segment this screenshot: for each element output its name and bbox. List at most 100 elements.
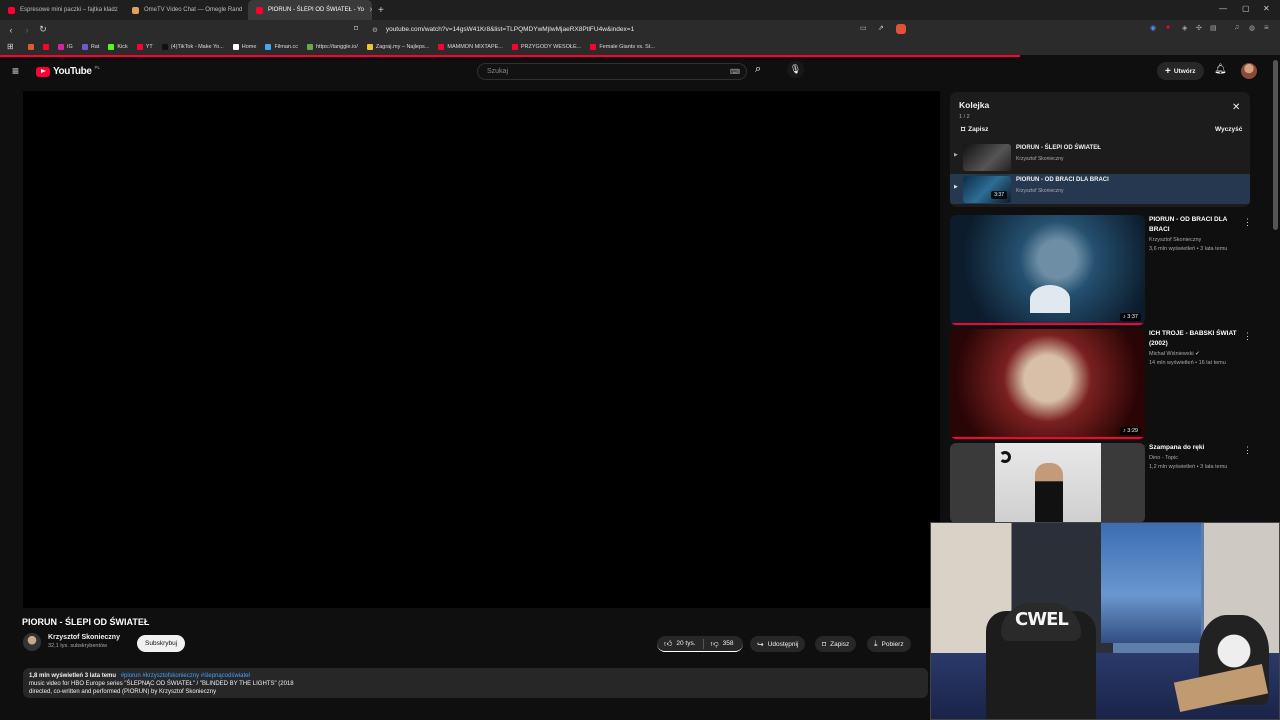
video-player[interactable] [23, 91, 940, 608]
bookmark-icon: ⌑ [961, 125, 966, 134]
duration-badge: ♪ 3:37 [1120, 313, 1141, 321]
url-field[interactable]: ⚙ youtube.com/watch?v=14gsW41Kr8&list=TL… [372, 22, 912, 37]
recommendation-item[interactable]: ♪ 3:37 PIORUN - OD BRACI DLA BRACI Krzys… [950, 215, 1260, 327]
video-thumbnail[interactable] [950, 443, 1145, 523]
avatar[interactable] [1241, 63, 1257, 79]
bookmark-item[interactable]: MAMMON MIXTAPE... [438, 44, 503, 50]
channel-name[interactable]: Krzysztof Skonieczny [48, 634, 120, 641]
more-options-icon[interactable]: ⋮ [1243, 217, 1252, 228]
bookmark-icon: ⌑ [822, 639, 827, 649]
like-count[interactable]: 20 tys. [676, 640, 695, 647]
bookmark-favicon-icon [136, 44, 143, 50]
record-icon[interactable]: ● [1166, 24, 1170, 31]
like-dislike-group: 👍︎ 20 tys. 👎︎ 358 [657, 636, 743, 652]
bookmark-item[interactable]: Kick [108, 44, 128, 50]
bookmark-item[interactable]: Rat [81, 44, 99, 50]
bookmark-page-icon[interactable]: ⌑ [354, 24, 358, 33]
microphone-icon[interactable]: 🎙 [787, 61, 804, 78]
close-icon[interactable]: ✕ [1232, 102, 1240, 113]
queue-item-channel: Krzysztof Skonieczny [1016, 156, 1064, 162]
search-input[interactable]: Szukaj ⌨ [477, 63, 747, 80]
video-meta: PIORUN - OD BRACI DLA BRACI Krzysztof Sk… [1149, 215, 1239, 254]
forward-icon[interactable]: › [19, 25, 35, 35]
more-options-icon[interactable]: ⋮ [1243, 331, 1252, 342]
save-label: Zapisz [830, 640, 850, 648]
bookmark-item[interactable]: Female Giants vs. St... [590, 44, 655, 50]
queue-item[interactable]: ▶ PIORUN - ŚLEPI OD ŚWIATEŁ Krzysztof Sk… [950, 142, 1250, 172]
video-meta: ICH TROJE - BABSKI ŚWIAT (2002) Michał W… [1149, 329, 1239, 368]
description-box[interactable]: 1,8 mln wyświetleń 3 lata temu #piorun #… [23, 668, 928, 698]
back-icon[interactable]: ‹ [3, 25, 19, 35]
more-options-icon[interactable]: ⋮ [1243, 445, 1252, 456]
queue-item-current[interactable]: ▶ 3:37 PIORUN - OD BRACI DLA BRACI Krzys… [950, 174, 1250, 204]
play-indicator-icon: ▶ [954, 152, 958, 158]
dislike-count[interactable]: 358 [723, 640, 734, 647]
channel-info: Krzysztof Skonieczny 32,1 tys. subskrybe… [48, 634, 120, 649]
thumbs-down-icon[interactable]: 👎︎ [711, 639, 719, 649]
video-thumbnail[interactable]: ♪ 3:37 [950, 215, 1145, 325]
sidebar-icon[interactable]: ▤ [1210, 24, 1217, 32]
browser-tab[interactable]: OmeTV Video Chat — Omegle Rand [124, 0, 248, 20]
queue-save-button[interactable]: ⌑ Zapisz [961, 125, 988, 134]
bookmark-item[interactable]: YT [136, 44, 153, 50]
subscribe-button[interactable]: Subskrybuj [137, 635, 186, 652]
bookmark-item[interactable]: Zagraj.my – Najleps... [366, 44, 430, 50]
bookmark-item[interactable]: IG [58, 44, 73, 50]
queue-thumbnail: 3:37 [963, 176, 1011, 203]
download-button[interactable]: ⤓ Pobierz [867, 636, 911, 652]
create-button[interactable]: + Utwórz [1157, 62, 1204, 80]
recommendation-item[interactable]: Szampana do ręki Dino - Topic 1,2 mln wy… [950, 443, 1260, 523]
puzzle-icon[interactable]: ✣ [1196, 24, 1202, 32]
maximize-icon[interactable]: ▢ [1242, 4, 1250, 13]
bookmark-item[interactable]: Home [232, 44, 256, 50]
site-info-icon[interactable]: ⚙ [372, 26, 378, 34]
bookmark-item[interactable]: Filman.cc [265, 44, 298, 50]
bookmark-label: Zagraj.my – Najleps... [375, 44, 430, 50]
clear-queue-button[interactable]: Wyczyść [1215, 126, 1242, 133]
bookmark-favicon-icon [28, 44, 34, 50]
new-tab-button[interactable]: + [378, 5, 384, 16]
youtube-logo[interactable]: YouTube PL [36, 65, 101, 77]
reload-icon[interactable]: ↻ [35, 24, 51, 35]
bookmark-favicon-icon [58, 44, 64, 50]
youtube-header: ≡ YouTube PL Szukaj ⌨ ⌕ 🎙 + Utwórz 🔔︎ [0, 57, 1280, 87]
browser-tab-active[interactable]: PIORUN - ŚLEPI OD ŚWIATEŁ - Yo ✕ [248, 0, 372, 20]
extension-icon[interactable]: ◉ [1150, 24, 1156, 32]
share-button[interactable]: ↪ Udostępnij [750, 636, 806, 652]
region-code: PL [94, 65, 101, 70]
keyboard-icon[interactable]: ⌨ [730, 68, 740, 76]
bookmark-item[interactable] [28, 44, 34, 50]
bookmark-item[interactable]: PRZYGODY WESOŁE... [511, 44, 581, 50]
page-scrollbar[interactable] [1273, 60, 1278, 230]
bookmark-favicon-icon [161, 44, 168, 50]
menu-icon[interactable]: ≡ [1264, 23, 1269, 32]
bookmark-item[interactable] [43, 44, 49, 50]
vpn-icon[interactable]: ◍ [1249, 24, 1255, 32]
save-button[interactable]: ⌑ Zapisz [815, 636, 857, 652]
verified-icon: ✔ [1195, 351, 1200, 357]
video-thumbnail[interactable]: ♪ 3:29 [950, 329, 1145, 439]
brave-shield-icon[interactable] [896, 24, 906, 34]
notifications-bell-icon[interactable]: 🔔︎ [1214, 64, 1227, 75]
hashtags[interactable]: #piorun #krzysztofskonieczny #ślepnącodś… [121, 673, 250, 679]
hamburger-menu-icon[interactable]: ≡ [12, 64, 19, 78]
playlist-icon[interactable]: ♫ [1234, 24, 1239, 31]
browser-tab[interactable]: Espresowe mini paczki – fajtka kladz [0, 0, 124, 20]
share-icon[interactable]: ⇗ [878, 24, 884, 32]
close-window-icon[interactable]: ✕ [1263, 4, 1270, 13]
recommendation-item[interactable]: ♪ 3:29 ICH TROJE - BABSKI ŚWIAT (2002) M… [950, 329, 1260, 441]
cast-icon[interactable]: ▭ [860, 24, 867, 32]
bookmark-item[interactable]: https://tanggle.io/ [306, 44, 358, 50]
apps-grid-icon[interactable]: ⊞ [7, 42, 14, 51]
address-bar-row: ‹ › ↻ ⌑ ⚙ youtube.com/watch?v=14gsW41Kr8… [0, 20, 1280, 39]
extension-icon[interactable]: ◈ [1182, 24, 1187, 32]
views-and-date: 1,8 mln wyświetleń 3 lata temu [29, 673, 117, 679]
watched-progress-bar [950, 323, 1145, 325]
search-icon[interactable]: ⌕ [755, 63, 761, 76]
bookmark-item[interactable]: (4)TikTok - Make Yo... [161, 44, 224, 50]
close-tab-icon[interactable]: ✕ [369, 6, 372, 14]
channel-avatar[interactable] [23, 633, 41, 651]
minimize-icon[interactable]: — [1219, 4, 1227, 13]
duration-text: 3:37 [1127, 314, 1138, 320]
thumbs-up-icon[interactable]: 👍︎ [664, 639, 672, 649]
